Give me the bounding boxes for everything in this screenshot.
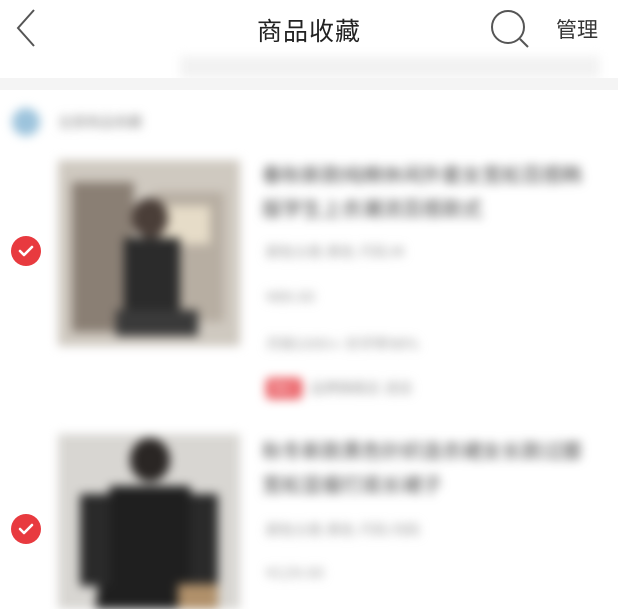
product-image [58,160,240,346]
section-divider [0,78,618,90]
product-sales: 月销1000+ 好评率98% [266,337,419,353]
nav-bar: 商品收藏 管理 [0,0,618,62]
list-item[interactable]: 春秋新款纯棉休闲外套女宽松百搭韩版学生上衣潮流百搭款式 颜色分类:黑色 尺码:M… [0,150,618,410]
product-spec: 颜色分类:黑色 尺码:均码 [266,523,420,539]
product-title: 秋冬新款黑色针织连衣裙女长款过膝宽松显瘦打底长裙子 [262,439,582,497]
shop-link[interactable]: 品牌旗舰店 进店 [310,381,412,397]
group-header[interactable]: 全部商品收藏 [12,106,142,138]
product-price: ¥89.00 [266,290,315,306]
product-image [58,434,240,609]
search-button[interactable] [486,6,534,52]
promo-tag: 降价 [266,378,303,399]
product-price: ¥129.00 [266,566,324,582]
product-spec: 颜色分类:黑色 尺码:M [266,245,404,261]
product-title: 春秋新款纯棉休闲外套女宽松百搭韩版学生上衣潮流百搭款式 [262,163,582,221]
search-icon [491,10,529,48]
list-item[interactable]: 秋冬新款黑色针织连衣裙女长款过膝宽松显瘦打底长裙子 颜色分类:黑色 尺码:均码 … [0,428,618,609]
product-promo: 降价 品牌旗舰店 进店 [266,378,412,399]
header-strip [180,56,600,78]
manage-button[interactable]: 管理 [556,14,598,44]
group-label: 全部商品收藏 [58,115,142,131]
group-select-icon [12,108,40,136]
